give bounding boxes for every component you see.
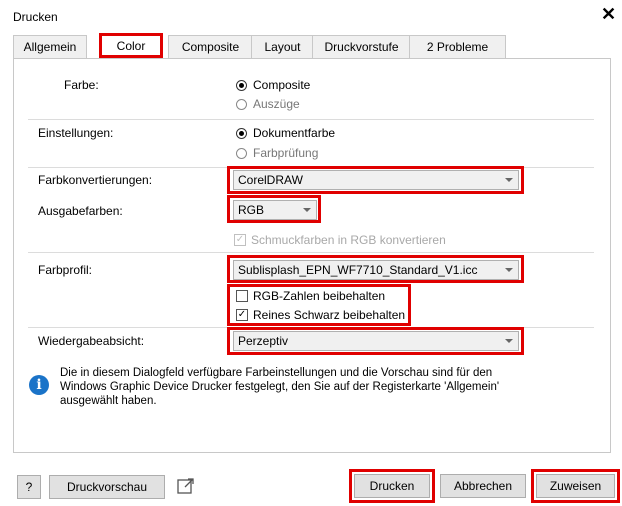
tab-allgemein[interactable]: Allgemein xyxy=(13,35,87,58)
radio-farbpruefung[interactable]: Farbprüfung xyxy=(236,146,318,160)
farbprofil-value: Sublisplash_EPN_WF7710_Standard_V1.icc xyxy=(238,263,478,277)
radio-farbpruefung-label: Farbprüfung xyxy=(253,146,319,160)
einstellungen-label: Einstellungen: xyxy=(38,126,114,140)
radio-composite-label: Composite xyxy=(253,78,311,92)
chevron-down-icon xyxy=(505,268,513,272)
tab-color[interactable]: Color xyxy=(99,33,163,58)
chevron-down-icon xyxy=(505,178,513,182)
tab-layout[interactable]: Layout xyxy=(251,35,314,58)
wiedergabe-label: Wiedergabeabsicht: xyxy=(38,334,145,348)
ausgabefarben-value: RGB xyxy=(238,203,265,217)
reines-schwarz-checkbox[interactable]: ✓ Reines Schwarz beibehalten xyxy=(236,308,405,322)
rgb-zahlen-checkbox[interactable]: RGB-Zahlen beibehalten xyxy=(236,289,385,303)
rgb-zahlen-label: RGB-Zahlen beibehalten xyxy=(253,289,386,303)
close-icon[interactable]: ✕ xyxy=(601,4,616,25)
radio-composite[interactable]: Composite xyxy=(236,78,310,92)
print-button[interactable]: Drucken xyxy=(354,474,430,498)
radio-unselected-icon xyxy=(236,147,247,159)
ausgabefarben-label: Ausgabefarben: xyxy=(38,204,123,218)
farbkonvertierungen-select[interactable]: CorelDRAW xyxy=(233,170,519,190)
tab-probleme[interactable]: 2 Probleme xyxy=(409,35,506,58)
radio-auszuege-label: Auszüge xyxy=(253,97,300,111)
apply-button[interactable]: Zuweisen xyxy=(536,474,615,498)
divider xyxy=(28,119,594,120)
checkmark-icon: ✓ xyxy=(234,234,246,246)
farbkonvertierungen-label: Farbkonvertierungen: xyxy=(38,173,153,187)
chevron-down-icon xyxy=(303,208,311,212)
help-button[interactable]: ? xyxy=(17,475,41,499)
cancel-button[interactable]: Abbrechen xyxy=(440,474,526,498)
external-window-icon[interactable] xyxy=(176,476,196,496)
tab-druckvorstufe[interactable]: Druckvorstufe xyxy=(312,35,411,58)
radio-dokumentfarbe[interactable]: Dokumentfarbe xyxy=(236,126,335,140)
schmuckfarben-label: Schmuckfarben in RGB konvertieren xyxy=(251,233,446,247)
checkmark-icon: ✓ xyxy=(236,309,248,321)
chevron-down-icon xyxy=(505,339,513,343)
info-icon: i xyxy=(29,375,49,395)
print-preview-button[interactable]: Druckvorschau xyxy=(49,475,165,499)
info-text: Die in diesem Dialogfeld verfügbare Farb… xyxy=(60,367,500,407)
wiedergabe-select[interactable]: Perzeptiv xyxy=(233,331,519,351)
wiedergabe-value: Perzeptiv xyxy=(238,334,289,348)
radio-auszuege[interactable]: Auszüge xyxy=(236,97,300,111)
farbprofil-label: Farbprofil: xyxy=(38,263,93,277)
farbe-label: Farbe: xyxy=(64,78,99,92)
radio-selected-icon xyxy=(236,127,247,139)
farbprofil-select[interactable]: Sublisplash_EPN_WF7710_Standard_V1.icc xyxy=(233,260,519,280)
reines-schwarz-label: Reines Schwarz beibehalten xyxy=(253,308,406,322)
checkbox-empty-icon xyxy=(236,290,248,302)
radio-dokumentfarbe-label: Dokumentfarbe xyxy=(253,126,336,140)
divider xyxy=(28,252,594,253)
farbkonvertierungen-value: CorelDRAW xyxy=(238,173,303,187)
radio-unselected-icon xyxy=(236,98,247,110)
schmuckfarben-checkbox: ✓ Schmuckfarben in RGB konvertieren xyxy=(234,233,446,247)
tab-composite[interactable]: Composite xyxy=(168,35,253,58)
window-title: Drucken xyxy=(13,10,58,24)
ausgabefarben-select[interactable]: RGB xyxy=(233,200,317,220)
radio-selected-icon xyxy=(236,79,247,91)
